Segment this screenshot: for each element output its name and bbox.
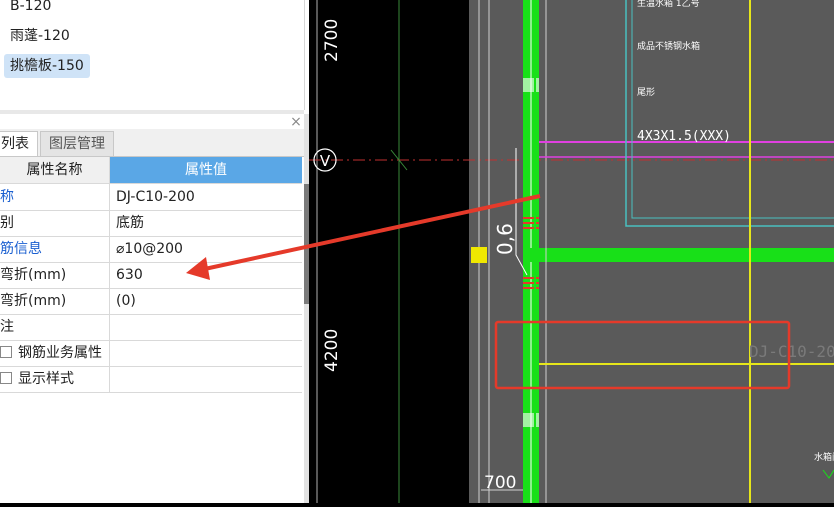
panel-divider[interactable] (0, 110, 304, 114)
dimension-2700: 2700 (322, 19, 342, 62)
property-value (110, 340, 302, 366)
table-row[interactable]: 筋信息 ⌀10@200 (0, 236, 302, 263)
properties-tabbar: 列表 图层管理 (0, 129, 304, 157)
table-header: 属性名称 属性值 (0, 157, 302, 184)
annotation-text: 尾形 (637, 86, 655, 98)
dimension-700: 700 (484, 473, 516, 493)
property-value[interactable]: (0) (110, 288, 302, 314)
header-property-name: 属性名称 (0, 157, 110, 183)
left-panel: B-120 雨蓬-120 挑檐板-150 × 列表 图层管理 属性名称 属性值 … (0, 0, 309, 503)
table-row[interactable]: 别 底筋 (0, 210, 302, 237)
cad-drawing: V 2700 4200 700 0,6 生温水箱 1乙号 成品不锈钢水箱 尾形 … (309, 0, 834, 503)
table-row[interactable]: 显示样式 (0, 366, 302, 393)
table-row[interactable]: 注 (0, 314, 302, 341)
axis-label: V (320, 152, 331, 170)
property-value[interactable]: DJ-C10-200 (110, 184, 302, 210)
property-name: 别 (0, 210, 110, 236)
table-row[interactable]: 弯折(mm) 630 (0, 262, 302, 289)
rebar-mark (523, 413, 539, 427)
dimension-4200: 4200 (322, 329, 342, 372)
table-row[interactable]: 弯折(mm) (0) (0, 288, 302, 315)
property-name: 注 (0, 314, 110, 340)
rebar-green-horizontal (539, 248, 834, 262)
component-list: B-120 雨蓬-120 挑檐板-150 (0, 0, 305, 110)
list-item-canopy[interactable]: 雨蓬-120 (4, 24, 76, 48)
property-name: 弯折(mm) (0, 288, 110, 314)
property-name: 弯折(mm) (0, 262, 110, 288)
close-icon[interactable]: × (288, 114, 304, 130)
annotation-text: 水箱间 (814, 451, 834, 463)
property-name: 筋信息 (0, 236, 110, 262)
list-item-b120[interactable]: B-120 (4, 0, 57, 18)
cad-canvas[interactable]: V 2700 4200 700 0,6 生温水箱 1乙号 成品不锈钢水箱 尾形 … (309, 0, 834, 503)
annotation-text: 成品不锈钢水箱 (637, 40, 700, 52)
rebar-mark (523, 78, 539, 92)
expand-checkbox-icon[interactable] (0, 372, 12, 384)
tab-layer-management[interactable]: 图层管理 (40, 131, 114, 156)
tank-dimension-text: 4X3X1.5(XXX) (637, 129, 731, 144)
property-value[interactable]: 底筋 (110, 210, 302, 236)
property-group[interactable]: 显示样式 (0, 366, 110, 392)
table-row[interactable]: 称 DJ-C10-200 (0, 184, 302, 211)
property-name: 称 (0, 184, 110, 210)
rebar-label-06: 0,6 (493, 223, 517, 255)
list-item-cornice-slab[interactable]: 挑檐板-150 (4, 54, 90, 78)
property-group-label: 钢筋业务属性 (18, 345, 102, 361)
property-value[interactable] (110, 314, 302, 340)
yellow-marker (471, 247, 487, 263)
rebar-label-ghost: DJ-C10-20 (749, 342, 834, 361)
header-property-value: 属性值 (110, 157, 302, 183)
rebar-joint (523, 248, 539, 262)
annotation-text: 生温水箱 1乙号 (637, 0, 700, 9)
table-row[interactable]: 钢筋业务属性 (0, 340, 302, 367)
property-group-label: 显示样式 (18, 371, 74, 387)
tab-list[interactable]: 列表 (0, 131, 38, 156)
expand-checkbox-icon[interactable] (0, 346, 12, 358)
property-value[interactable]: 630 (110, 262, 302, 288)
property-value (110, 366, 302, 392)
property-value[interactable]: ⌀10@200 (110, 236, 302, 262)
property-group[interactable]: 钢筋业务属性 (0, 340, 110, 366)
